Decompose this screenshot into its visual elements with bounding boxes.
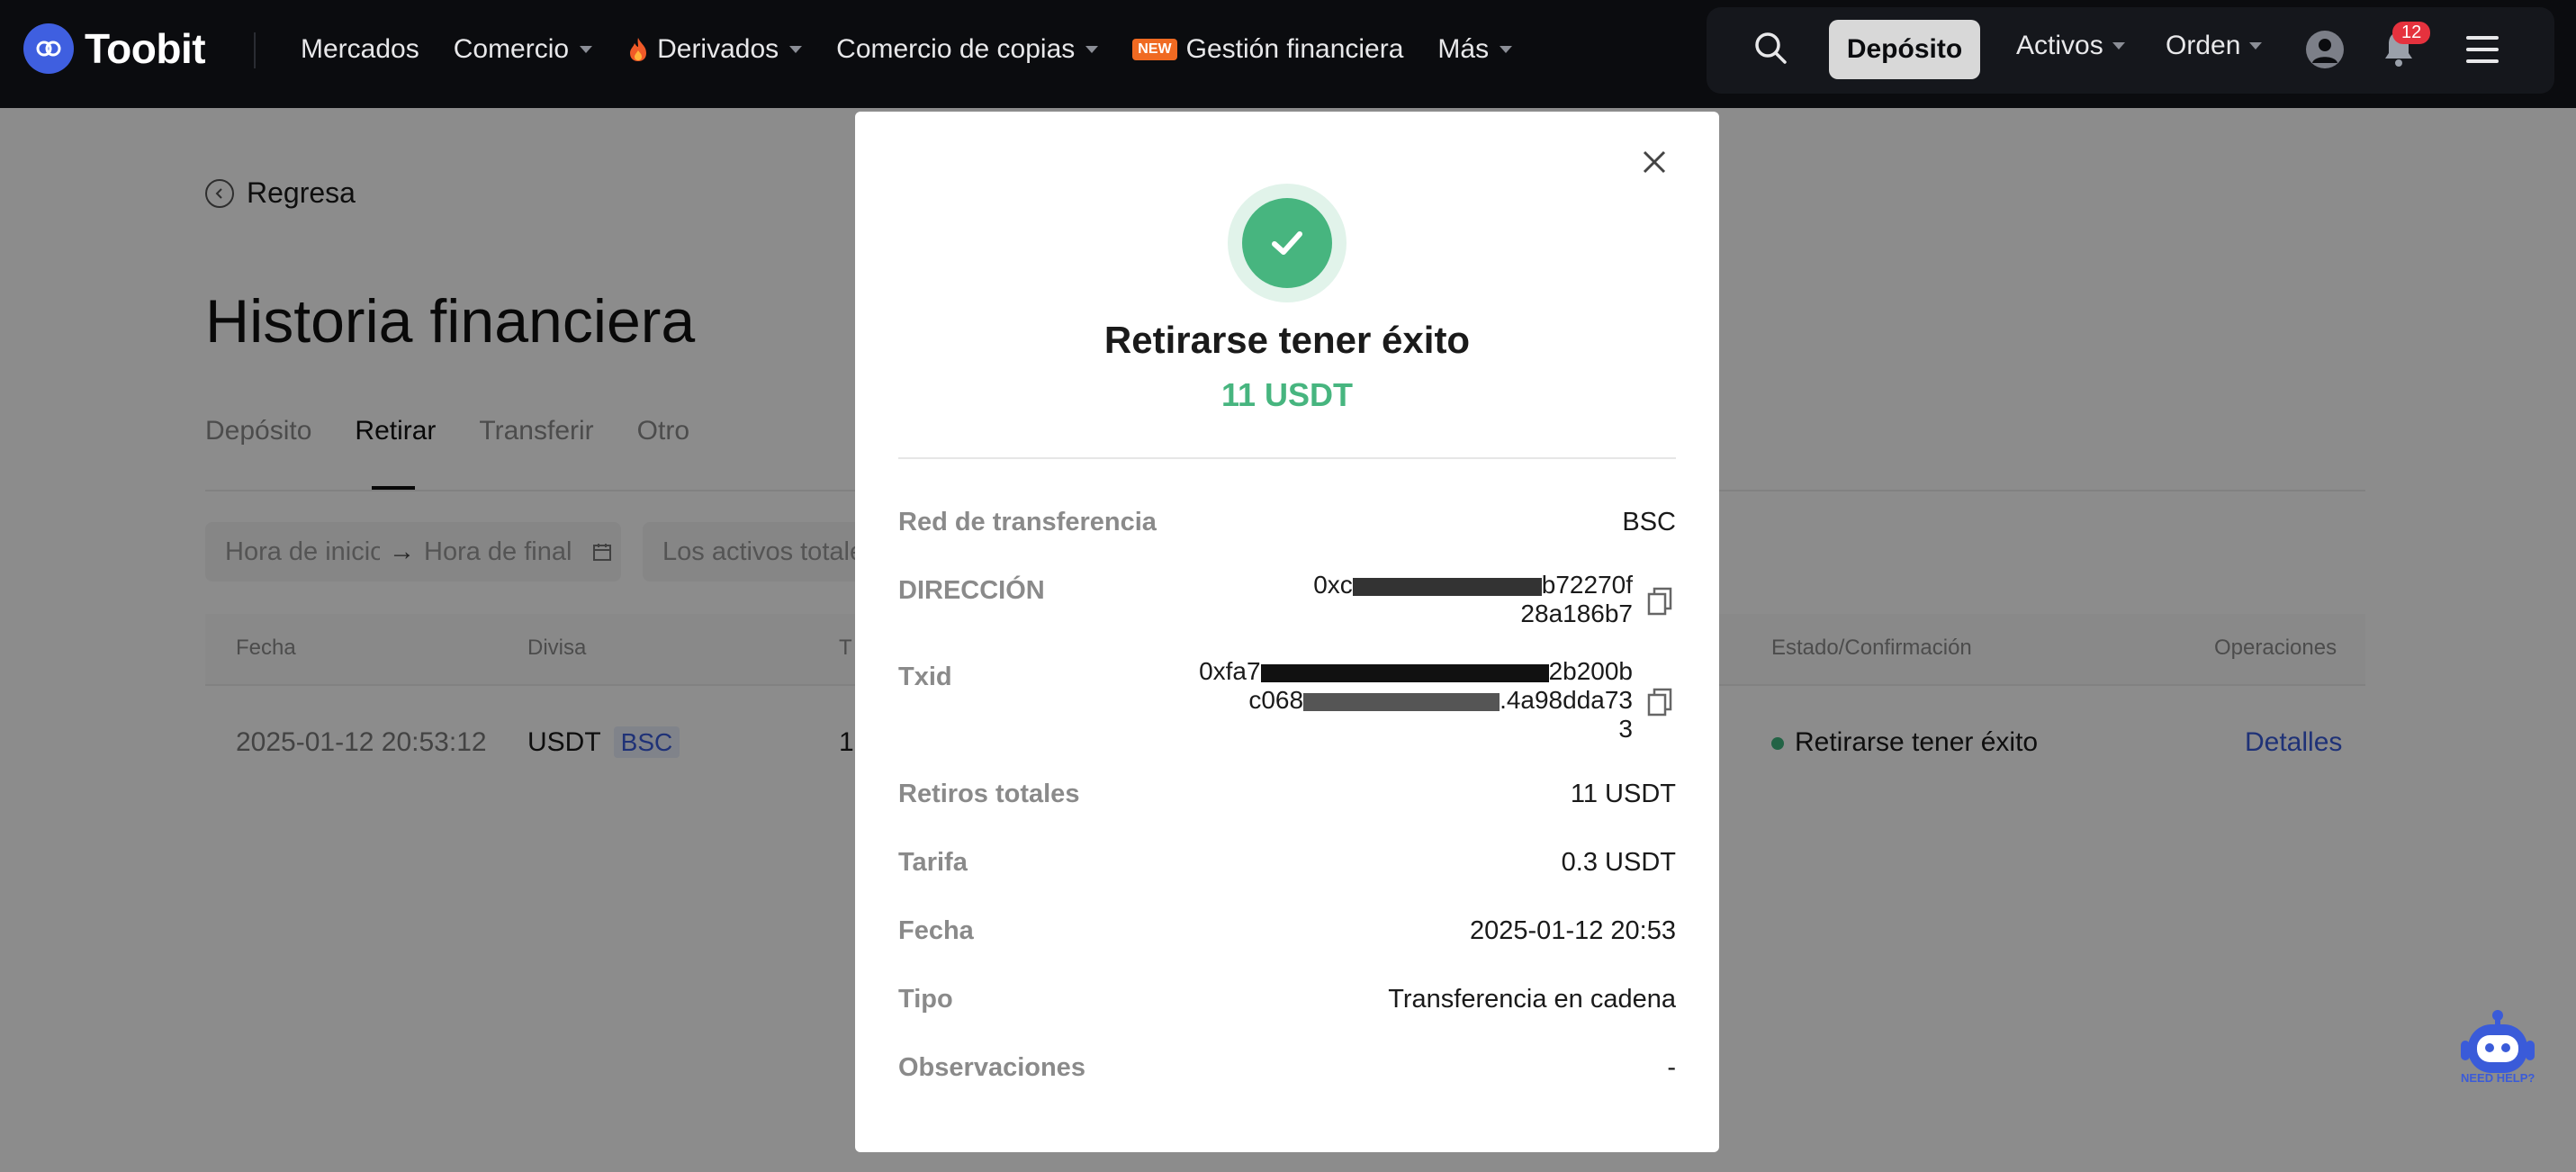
nav-copy-trading[interactable]: Comercio de copias [836, 34, 1099, 65]
nav-derivatives-label: Derivados [657, 34, 779, 64]
nav-copy-trading-label: Comercio de copias [836, 34, 1076, 64]
nav-assets[interactable]: Activos [2016, 31, 2125, 61]
redacted-block [1260, 663, 1549, 682]
chevron-down-icon [1500, 46, 1513, 53]
nav-markets[interactable]: Mercados [301, 34, 419, 65]
address-part-2: b72270f [1541, 571, 1633, 599]
network-label: Red de transferencia [898, 508, 1157, 536]
fire-icon [630, 38, 647, 61]
date-label: Fecha [898, 916, 974, 945]
redacted-block [1303, 692, 1500, 711]
menu-icon[interactable] [2466, 36, 2499, 63]
type-value: Transferencia en cadena [1388, 985, 1676, 1014]
copy-address-icon[interactable] [1647, 587, 1672, 616]
new-badge: NEW [1132, 39, 1177, 60]
total-label: Retiros totales [898, 780, 1080, 808]
txid-label: Txid [898, 663, 952, 691]
address-label: DIRECCIÓN [898, 576, 1045, 605]
search-icon[interactable] [1752, 29, 1789, 67]
notes-label: Observaciones [898, 1053, 1085, 1082]
top-nav: Toobit Mercados Comercio Derivados Comer… [0, 0, 2576, 108]
address-value: 0xc b72270f 28a186b7 [1165, 571, 1633, 628]
nav-finance[interactable]: NEW Gestión financiera [1132, 34, 1403, 65]
chevron-down-icon [2112, 42, 2125, 50]
success-icon [1228, 184, 1347, 302]
toobit-logo-icon [23, 23, 74, 74]
total-value: 11 USDT [1570, 780, 1676, 808]
type-label: Tipo [898, 985, 953, 1014]
nav-links: Mercados Comercio Derivados Comercio de … [301, 0, 1513, 99]
fee-label: Tarifa [898, 848, 968, 877]
chevron-down-icon [1085, 46, 1099, 53]
need-help-label[interactable]: NEED HELP? [2461, 1071, 2535, 1085]
txid-part-2: 2b200b [1548, 657, 1633, 685]
nav-finance-label: Gestión financiera [1185, 34, 1404, 64]
nav-more[interactable]: Más [1437, 34, 1513, 65]
address-part-3: 28a186b7 [1520, 600, 1633, 627]
redacted-block [1352, 577, 1542, 596]
modal-amount: 11 USDT [1220, 376, 1354, 413]
nav-orders-label: Orden [2166, 31, 2241, 60]
txid-part-3: c068 [1248, 686, 1304, 714]
nav-more-label: Más [1437, 34, 1490, 64]
network-value: BSC [1622, 508, 1676, 536]
avatar[interactable] [2306, 31, 2344, 68]
nav-derivatives[interactable]: Derivados [626, 34, 803, 65]
modal-title: Retirarse tener éxito [1103, 319, 1471, 361]
nav-orders[interactable]: Orden [2166, 31, 2263, 61]
nav-trade[interactable]: Comercio [453, 34, 593, 65]
txid-part-4: .4a98dda73 [1500, 686, 1633, 714]
modal-divider [898, 457, 1676, 459]
txid-part-5: 3 [1618, 715, 1633, 743]
chevron-down-icon [2249, 42, 2263, 50]
txid-value: 0xfa7 2b200b c068 .4a98dda73 3 [1165, 657, 1633, 744]
brand-logo[interactable]: Toobit [23, 23, 206, 74]
address-part-1: 0xc [1313, 571, 1353, 599]
notes-value: - [1667, 1053, 1676, 1082]
date-value: 2025-01-12 20:53 [1470, 916, 1676, 945]
nav-divider [254, 32, 256, 68]
chevron-down-icon [580, 46, 593, 53]
nav-trade-label: Comercio [453, 34, 570, 64]
check-icon [1242, 198, 1332, 288]
deposit-button[interactable]: Depósito [1829, 20, 1980, 79]
nav-assets-label: Activos [2016, 31, 2103, 60]
copy-txid-icon[interactable] [1647, 688, 1672, 717]
chevron-down-icon [789, 46, 803, 53]
brand-name: Toobit [85, 25, 206, 72]
notification-badge: 12 [2392, 22, 2431, 44]
txid-part-1: 0xfa7 [1199, 657, 1261, 685]
close-icon[interactable] [1640, 148, 1669, 176]
fee-value: 0.3 USDT [1561, 848, 1676, 877]
nav-markets-label: Mercados [301, 34, 419, 64]
